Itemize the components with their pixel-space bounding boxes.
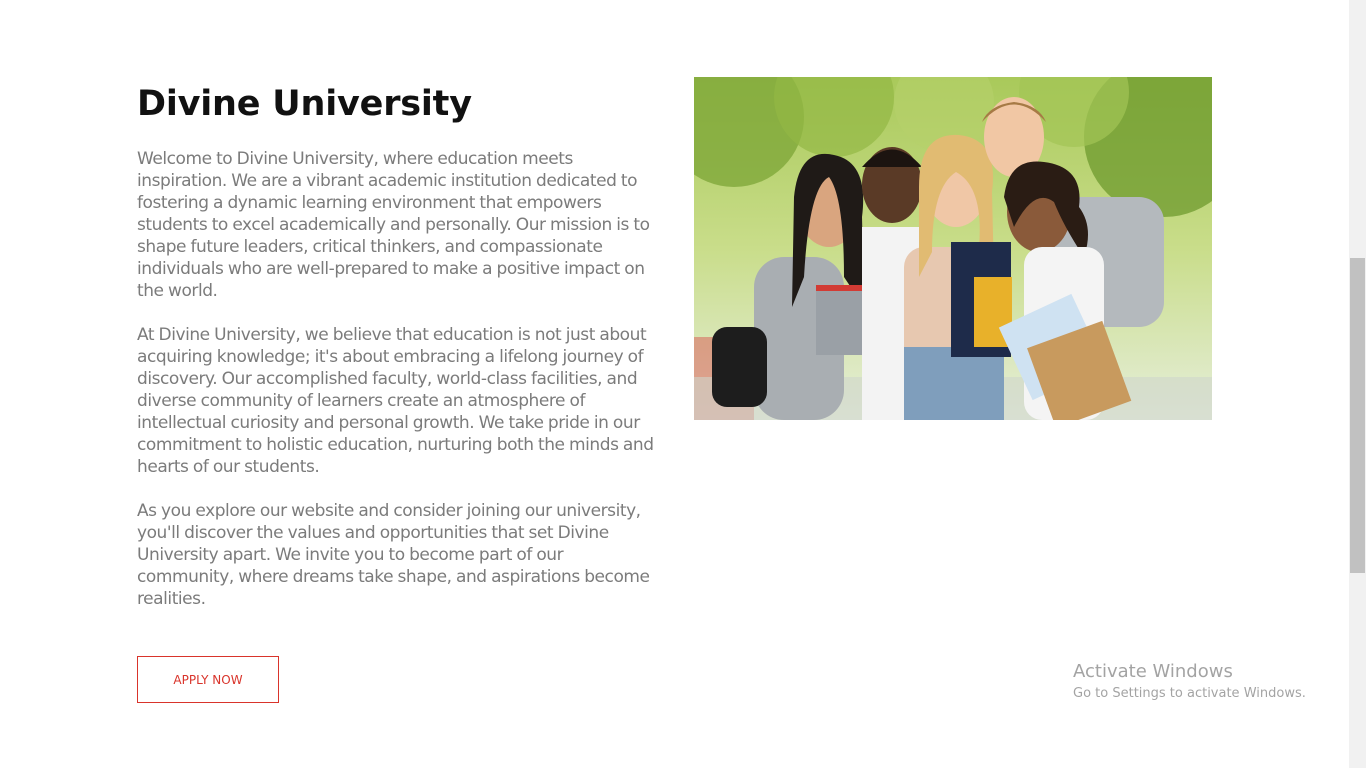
watermark-subtitle: Go to Settings to activate Windows. [1073, 686, 1306, 701]
scrollbar-thumb[interactable] [1350, 258, 1365, 573]
apply-now-button[interactable]: APPLY NOW [137, 656, 279, 703]
about-text: Welcome to Divine University, where educ… [137, 148, 657, 610]
page: Divine University Welcome to Divine Univ… [0, 0, 1366, 768]
invitation-paragraph: As you explore our website and consider … [137, 501, 650, 609]
activate-windows-watermark: Activate Windows Go to Settings to activ… [1073, 660, 1306, 704]
vertical-scrollbar[interactable] [1349, 0, 1366, 768]
page-title: Divine University [137, 84, 472, 124]
students-photo [694, 77, 1212, 420]
watermark-title: Activate Windows [1073, 661, 1233, 682]
intro-paragraph: Welcome to Divine University, where educ… [137, 149, 650, 301]
about-section: Divine University Welcome to Divine Univ… [137, 80, 657, 632]
beliefs-paragraph: At Divine University, we believe that ed… [137, 325, 654, 477]
